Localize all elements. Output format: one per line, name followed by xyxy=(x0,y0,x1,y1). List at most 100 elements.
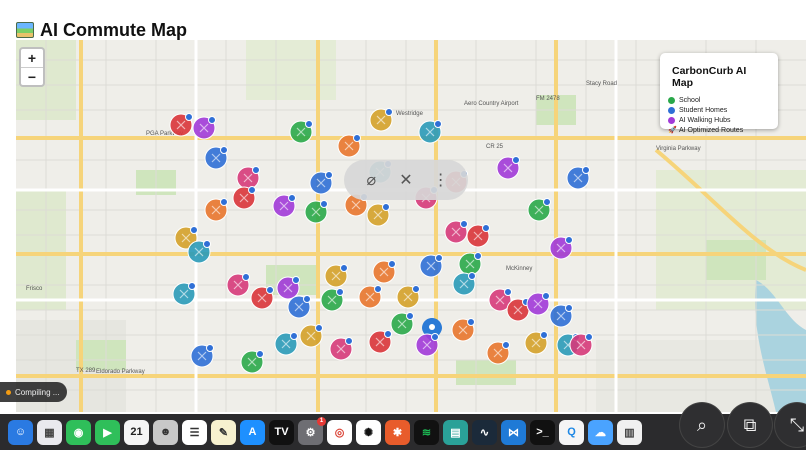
contacts-icon[interactable]: ☻ xyxy=(153,419,178,445)
route-hub-marker[interactable] xyxy=(496,156,520,180)
route-hub-marker[interactable] xyxy=(486,341,510,365)
route-hub-marker[interactable] xyxy=(527,198,551,222)
route-hub-marker[interactable] xyxy=(289,120,313,144)
legend-item-school: School xyxy=(668,95,770,105)
legend-label: AI Walking Hubs xyxy=(679,116,731,124)
route-hub-marker[interactable] xyxy=(451,318,475,342)
route-hub-marker[interactable] xyxy=(337,134,361,158)
settings-icon[interactable]: ⚙ 1 xyxy=(298,416,326,445)
route-hub-marker[interactable] xyxy=(369,108,393,132)
legend-label: AI Optimized Routes xyxy=(679,126,744,134)
chrome-icon[interactable]: ◉ xyxy=(66,419,91,445)
more-icon[interactable]: ⋮ xyxy=(430,170,452,190)
finder-icon[interactable]: ☺ xyxy=(8,419,33,445)
route-hub-marker[interactable] xyxy=(452,272,476,296)
world-map-icon xyxy=(16,22,34,38)
route-hub-marker[interactable] xyxy=(272,194,296,218)
route-hub-marker[interactable] xyxy=(274,332,298,356)
route-hub-marker[interactable] xyxy=(368,330,392,354)
calendar-icon[interactable]: 21 xyxy=(124,419,149,445)
route-hub-marker[interactable] xyxy=(240,350,264,374)
route-hub-marker[interactable] xyxy=(226,273,250,297)
route-hub-marker[interactable] xyxy=(524,331,548,355)
road-label-tx289: TX 289 xyxy=(76,368,96,374)
legend-title: CarbonCurb AI Map xyxy=(672,65,747,89)
route-hub-marker[interactable] xyxy=(169,113,193,137)
route-hub-marker[interactable] xyxy=(358,285,382,309)
reminders-icon[interactable]: ☰ xyxy=(182,419,207,445)
compiling-status: Compiling ... xyxy=(0,382,68,402)
pin-off-icon[interactable]: ⌀ xyxy=(360,170,382,190)
vscode-icon[interactable]: ⋈ xyxy=(501,419,526,445)
route-hub-marker[interactable] xyxy=(419,254,443,278)
spotify-icon[interactable]: ≋ xyxy=(414,419,439,445)
sheet-icon[interactable]: ▥ xyxy=(617,419,642,445)
route-hub-marker[interactable] xyxy=(204,198,228,222)
route-hub-marker[interactable] xyxy=(569,333,593,357)
route-hub-marker[interactable] xyxy=(192,116,216,140)
route-hub-marker[interactable] xyxy=(187,240,211,264)
chatgpt-icon[interactable]: ✺ xyxy=(356,419,381,445)
road-label-airport: Aero Country Airport xyxy=(464,101,519,107)
route-hub-marker[interactable] xyxy=(236,166,260,190)
route-hub-marker[interactable] xyxy=(250,286,274,310)
route-hub-marker[interactable] xyxy=(172,282,196,306)
road-label-fm2478: FM 2478 xyxy=(536,96,560,102)
route-hub-marker[interactable] xyxy=(506,298,530,322)
tradingview-icon[interactable]: TV xyxy=(269,419,294,445)
route-hub-marker[interactable] xyxy=(466,224,490,248)
route-hub-marker[interactable] xyxy=(415,333,439,357)
zoom-control: + − xyxy=(19,47,45,87)
route-hub-marker[interactable] xyxy=(204,146,228,170)
route-hub-marker[interactable] xyxy=(566,166,590,190)
route-hub-marker[interactable] xyxy=(190,344,214,368)
zoom-out-button[interactable]: − xyxy=(21,67,43,85)
route-hub-marker[interactable] xyxy=(372,260,396,284)
route-hub-marker[interactable] xyxy=(320,288,344,312)
map-legend: CarbonCurb AI Map School Student Homes A… xyxy=(660,53,778,134)
road-label-eldorado: Eldorado Parkway xyxy=(96,369,145,375)
route-hub-marker[interactable] xyxy=(549,236,573,260)
app-store-icon[interactable]: A xyxy=(240,419,265,445)
student-homes-swatch-icon xyxy=(668,106,675,114)
route-hub-marker[interactable] xyxy=(276,276,300,300)
route-hub-marker[interactable] xyxy=(299,324,323,348)
route-hub-marker[interactable] xyxy=(232,186,256,210)
claude-icon[interactable]: ✱ xyxy=(385,419,410,445)
route-hub-marker[interactable] xyxy=(444,220,468,244)
road-label-virginia: Virginia Parkway xyxy=(656,146,701,152)
media-overlay-bar: ⌀ ✕ ⋮ xyxy=(344,160,468,200)
route-hub-marker[interactable] xyxy=(329,337,353,361)
route-hub-marker[interactable] xyxy=(390,312,414,336)
route-hub-marker[interactable] xyxy=(324,264,348,288)
zoom-in-button[interactable]: + xyxy=(21,49,43,67)
cloud-icon[interactable]: ☁ xyxy=(588,419,613,445)
notification-badge: 1 xyxy=(317,416,326,426)
legend-label: Student Homes xyxy=(679,106,728,114)
legend-label: School xyxy=(679,96,701,104)
route-hub-marker[interactable] xyxy=(458,252,482,276)
terminal-icon[interactable]: >_ xyxy=(530,419,555,445)
browser-icon[interactable]: ◎ xyxy=(327,419,352,445)
route-hub-marker[interactable] xyxy=(549,304,573,328)
page-title-text: AI Commute Map xyxy=(40,19,188,40)
notes-icon[interactable]: ✎ xyxy=(211,419,236,445)
route-hub-marker[interactable] xyxy=(396,285,420,309)
road-label-frisco: Frisco xyxy=(26,286,43,292)
quicktime-icon[interactable]: Q xyxy=(559,419,584,445)
route-hub-marker[interactable] xyxy=(304,200,328,224)
route-hub-marker[interactable] xyxy=(287,295,311,319)
facetime-icon[interactable]: ▶ xyxy=(95,419,120,445)
zoom-icon[interactable]: ⌕ xyxy=(680,403,724,447)
open-external-icon[interactable]: ⧉ xyxy=(728,403,772,447)
stocks-icon[interactable]: ∿ xyxy=(472,419,497,445)
database-icon[interactable]: ▤ xyxy=(443,419,468,445)
route-hub-marker[interactable] xyxy=(366,203,390,227)
route-hub-marker[interactable] xyxy=(526,292,550,316)
road-label-cr: CR 25 xyxy=(486,144,504,150)
launchpad-icon[interactable]: ▦ xyxy=(37,419,62,445)
route-hub-marker[interactable] xyxy=(418,120,442,144)
route-hub-marker[interactable] xyxy=(309,171,333,195)
mute-icon[interactable]: ✕ xyxy=(395,170,417,190)
walking-hubs-swatch-icon xyxy=(668,116,675,124)
